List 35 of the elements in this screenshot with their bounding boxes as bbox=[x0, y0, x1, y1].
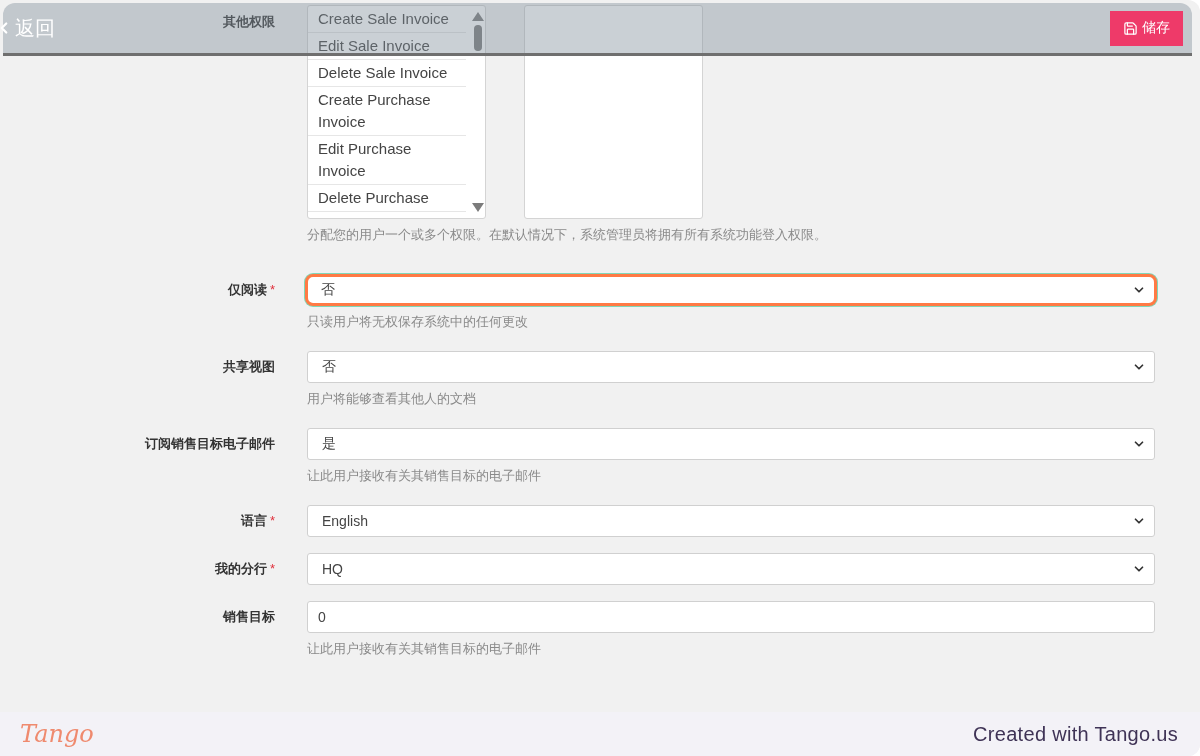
help-text: 只读用户将无权保存系统中的任何更改 bbox=[307, 313, 529, 331]
selected-permissions-list[interactable] bbox=[524, 5, 703, 219]
help-text: 让此用户接收有关其销售目标的电子邮件 bbox=[307, 467, 542, 485]
permissions-list[interactable]: Create Sale Invoice Edit Sale Invoice Delete Sale Invoice Create Purchase Invoice Edit Purchase Invoice Delete Purchase bbox=[307, 5, 486, 219]
save-button[interactable]: 储存 bbox=[1110, 10, 1183, 46]
field-label: 其他权限 bbox=[223, 13, 275, 31]
field-label: 销售目标 bbox=[223, 608, 275, 626]
permission-item[interactable]: Delete Sale Invoice bbox=[308, 60, 466, 87]
field-label: 我的分行 bbox=[214, 560, 267, 578]
field-label: 仅阅读 bbox=[227, 281, 267, 299]
permission-item[interactable]: Edit Sale Invoice bbox=[308, 33, 466, 60]
required-mark: * bbox=[269, 561, 275, 576]
scroll-thumb[interactable] bbox=[474, 25, 482, 51]
field-label: 语言 bbox=[240, 512, 267, 530]
credit-text: Created with Tango.us bbox=[973, 722, 1178, 746]
permission-item[interactable]: Create Sale Invoice bbox=[308, 6, 466, 33]
number-input-field[interactable]: 0 bbox=[307, 601, 1155, 633]
permission-item[interactable]: Delete Purchase bbox=[308, 185, 466, 212]
dropdown-field[interactable]: HQ bbox=[307, 553, 1155, 585]
dropdown-field[interactable]: 否 bbox=[305, 274, 1157, 306]
help-text: 用户将能够查看其他人的文档 bbox=[307, 390, 477, 408]
field-label: 共享视图 bbox=[223, 358, 275, 376]
dropdown-field[interactable]: English bbox=[307, 505, 1155, 537]
logo: Tango bbox=[20, 720, 94, 748]
save-icon bbox=[1123, 20, 1138, 36]
dropdown-field[interactable]: 是 bbox=[307, 428, 1155, 460]
scroll-up-icon[interactable] bbox=[472, 12, 484, 21]
dropdown-field[interactable]: 否 bbox=[307, 351, 1155, 383]
field-label: 订阅销售目标电子邮件 bbox=[145, 435, 275, 453]
required-mark: * bbox=[269, 513, 275, 528]
permission-item[interactable]: Edit Purchase Invoice bbox=[308, 136, 466, 185]
scroll-down-icon[interactable] bbox=[472, 203, 484, 212]
permission-item[interactable]: Create Purchase Invoice bbox=[308, 87, 466, 136]
required-mark: * bbox=[269, 282, 275, 297]
help-text: 让此用户接收有关其销售目标的电子邮件 bbox=[307, 640, 542, 658]
